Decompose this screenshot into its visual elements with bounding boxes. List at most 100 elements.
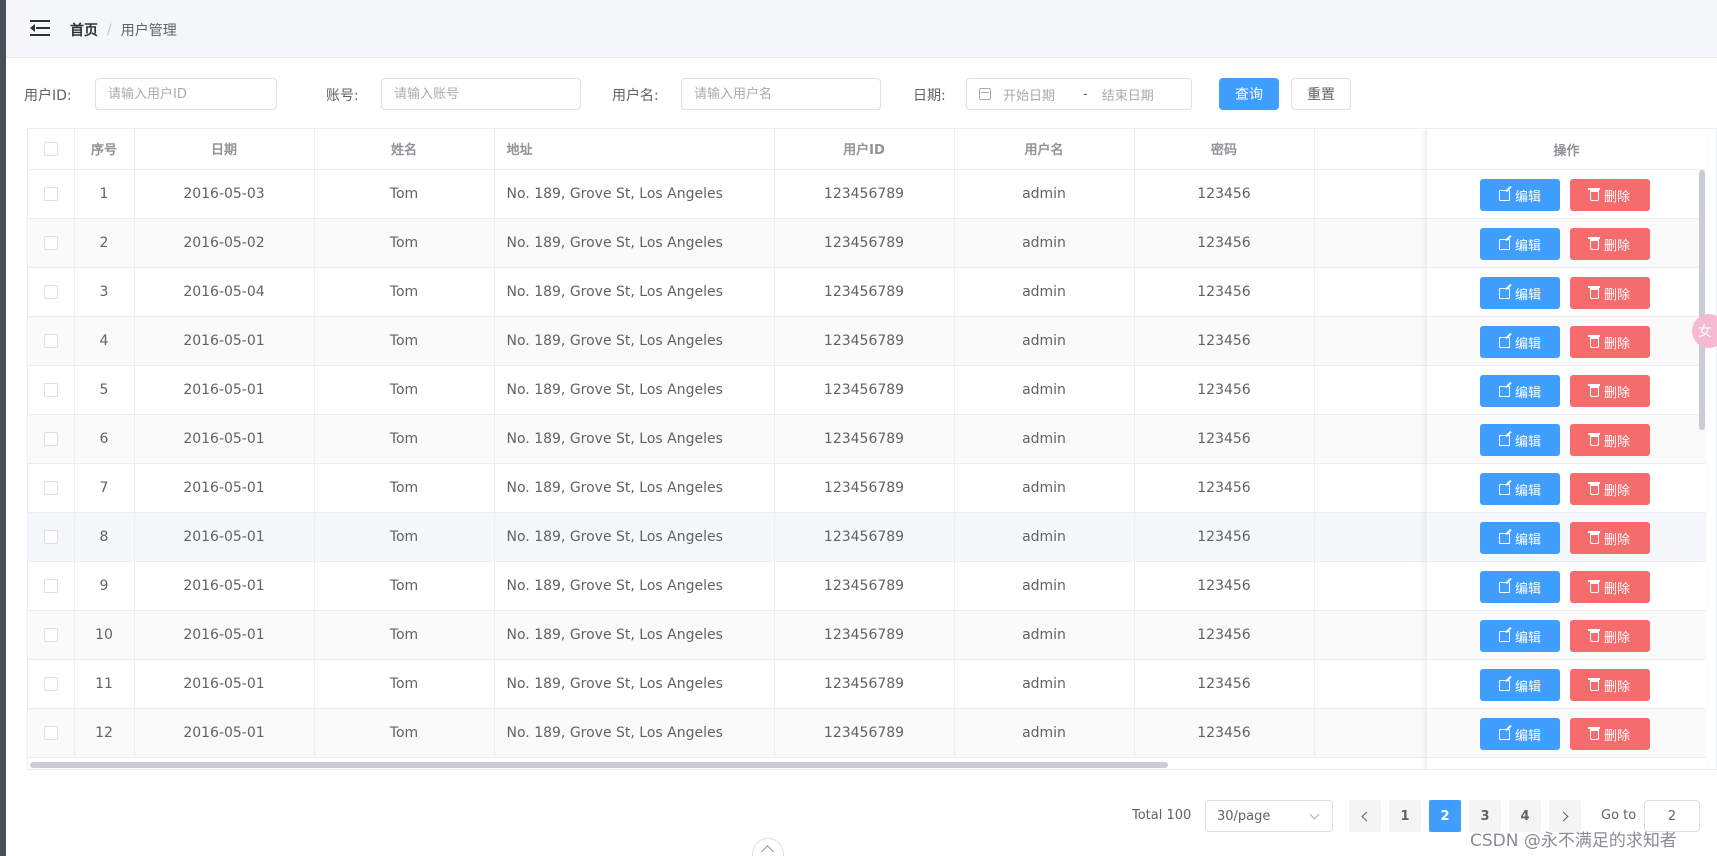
delete-button[interactable]: 删除 [1570,669,1650,701]
row-checkbox-cell[interactable] [28,463,75,513]
row-checkbox[interactable] [43,186,58,201]
cell-index: 10 [74,610,135,660]
actions-row: 编辑 删除 [1427,513,1706,562]
cell-username: admin [954,561,1135,611]
delete-button[interactable]: 删除 [1570,228,1650,260]
edit-button[interactable]: 编辑 [1480,473,1560,505]
delete-button-label: 删除 [1603,189,1630,205]
delete-button[interactable]: 删除 [1570,424,1650,456]
select-all-checkbox[interactable] [43,141,58,156]
account-input[interactable] [381,78,581,110]
row-checkbox-cell[interactable] [28,659,75,709]
cell-username: admin [954,267,1135,317]
cell-user-id: 123456789 [774,463,955,513]
delete-icon [1587,383,1600,397]
row-checkbox-cell[interactable] [28,316,75,366]
row-checkbox[interactable] [43,725,58,740]
page-button-1[interactable]: 1 [1389,800,1421,832]
row-checkbox-cell[interactable] [28,561,75,611]
row-checkbox-cell[interactable] [28,365,75,415]
date-range-picker[interactable]: 开始日期 - 结束日期 [966,78,1192,110]
horizontal-scrollbar[interactable] [30,762,1168,768]
delete-button[interactable]: 删除 [1570,375,1650,407]
delete-icon [1587,628,1600,642]
edit-button[interactable]: 编辑 [1480,277,1560,309]
delete-icon [1587,285,1600,299]
page-size-select[interactable]: 30/page [1205,800,1333,832]
row-checkbox-cell[interactable] [28,610,75,660]
edit-button-label: 编辑 [1514,532,1541,548]
row-checkbox[interactable] [43,431,58,446]
header-select-all[interactable] [28,129,75,170]
cell-address: No. 189, Grove St, Los Angeles [494,463,775,513]
cell-date: 2016-05-03 [134,169,315,219]
username-input[interactable] [681,78,881,110]
cell-date: 2016-05-01 [134,414,315,464]
edit-button-label: 编辑 [1514,679,1541,695]
row-checkbox-cell[interactable] [28,169,75,219]
breadcrumb-home[interactable]: 首页 [70,20,98,40]
row-checkbox-cell[interactable] [28,512,75,562]
delete-button[interactable]: 删除 [1570,326,1650,358]
row-checkbox-cell[interactable] [28,218,75,268]
row-checkbox[interactable] [43,627,58,642]
row-checkbox[interactable] [43,382,58,397]
row-checkbox-cell[interactable] [28,414,75,464]
row-checkbox[interactable] [43,235,58,250]
breadcrumb-current: 用户管理 [120,23,177,39]
row-checkbox-cell[interactable] [28,267,75,317]
delete-icon [1587,481,1600,495]
page-button-2[interactable]: 2 [1429,800,1461,832]
edit-button-label: 编辑 [1514,483,1541,499]
prev-page-button[interactable] [1349,800,1381,832]
cell-username: admin [954,512,1135,562]
menu-fold-icon[interactable] [30,20,50,36]
delete-icon [1587,432,1600,446]
header-name: 姓名 [314,129,495,170]
row-checkbox[interactable] [43,529,58,544]
back-to-top-icon[interactable] [752,838,784,856]
delete-icon [1587,530,1600,544]
vertical-scrollbar[interactable] [1699,170,1705,430]
row-checkbox[interactable] [43,480,58,495]
delete-button[interactable]: 删除 [1570,473,1650,505]
date-start-placeholder[interactable]: 开始日期 [1003,85,1073,104]
row-checkbox[interactable] [43,676,58,691]
row-checkbox[interactable] [43,284,58,299]
date-end-placeholder[interactable]: 结束日期 [1102,85,1182,104]
cell-address: No. 189, Grove St, Los Angeles [494,708,775,758]
delete-button[interactable]: 删除 [1570,620,1650,652]
edit-button[interactable]: 编辑 [1480,620,1560,652]
edit-button[interactable]: 编辑 [1480,718,1560,750]
row-checkbox[interactable] [43,333,58,348]
edit-button[interactable]: 编辑 [1480,522,1560,554]
row-checkbox[interactable] [43,578,58,593]
cell-password: 123456 [1134,267,1315,317]
edit-button[interactable]: 编辑 [1480,571,1560,603]
header-username: 用户名 [954,129,1135,170]
edit-button[interactable]: 编辑 [1480,179,1560,211]
edit-button[interactable]: 编辑 [1480,228,1560,260]
header-user-id: 用户ID [774,129,955,170]
actions-row: 编辑 删除 [1427,660,1706,709]
edit-button[interactable]: 编辑 [1480,424,1560,456]
edit-button[interactable]: 编辑 [1480,669,1560,701]
delete-button[interactable]: 删除 [1570,277,1650,309]
cell-user-id: 123456789 [774,561,955,611]
row-checkbox-cell[interactable] [28,708,75,758]
edit-button[interactable]: 编辑 [1480,326,1560,358]
user-id-input[interactable] [95,78,277,110]
delete-button[interactable]: 删除 [1570,522,1650,554]
date-range-separator: - [1083,86,1088,102]
delete-button[interactable]: 删除 [1570,718,1650,750]
edit-button[interactable]: 编辑 [1480,375,1560,407]
filter-bar: 用户ID: 账号: 用户名: 日期: 开始日期 - 结束日期 查询 重置 [6,74,1717,114]
cell-password: 123456 [1134,463,1315,513]
chevron-left-icon [1361,811,1372,821]
search-button[interactable]: 查询 [1219,78,1279,110]
reset-button[interactable]: 重置 [1291,78,1351,110]
delete-button[interactable]: 删除 [1570,179,1650,211]
delete-button[interactable]: 删除 [1570,571,1650,603]
chevron-down-icon [1309,809,1320,820]
date-label: 日期: [913,88,946,104]
